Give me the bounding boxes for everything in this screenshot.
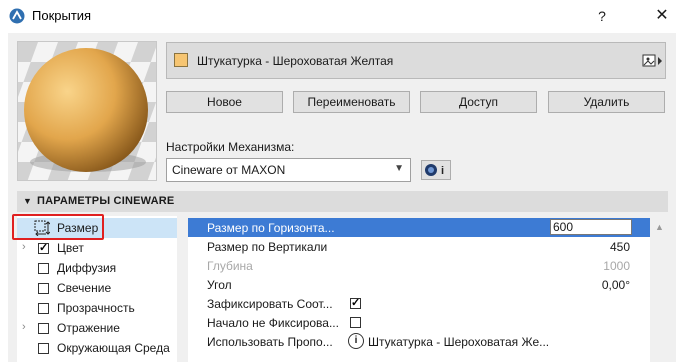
tree-item-label: Диффузия — [57, 261, 117, 275]
engine-label: Настройки Механизма: — [166, 140, 295, 154]
luminance-checkbox[interactable] — [38, 283, 49, 294]
tree-item-label: Окружающая Среда — [57, 341, 170, 355]
prop-label: Использовать Пропо... — [207, 335, 333, 349]
help-button[interactable]: ? — [591, 6, 613, 26]
lock-ratio-checkbox[interactable] — [350, 296, 361, 309]
engine-info-button[interactable]: i — [421, 160, 451, 180]
collapse-triangle-icon: ▼ — [23, 196, 32, 206]
access-button[interactable]: Доступ — [420, 91, 537, 113]
prop-label: Размер по Горизонта... — [207, 221, 335, 235]
depth-value: 1000 — [603, 259, 630, 273]
prop-label: Размер по Вертикали — [207, 240, 328, 254]
section-header[interactable]: ▼ ПАРАМЕТРЫ CINEWARE — [17, 191, 668, 212]
prop-label: Глубина — [207, 259, 253, 273]
properties-panel: Размер по Горизонта... 600 Размер по Вер… — [188, 218, 650, 362]
tree-item-label: Свечение — [57, 281, 112, 295]
tree-item-reflection[interactable]: › Отражение — [17, 318, 177, 338]
expand-chevron-icon[interactable]: › — [22, 321, 26, 333]
section-title: ПАРАМЕТРЫ CINEWARE — [37, 195, 175, 207]
tree-item-environment[interactable]: Окружающая Среда — [17, 338, 177, 358]
tree-item-color[interactable]: › Цвет — [17, 238, 177, 258]
prop-row-depth: Глубина 1000 — [188, 256, 650, 275]
prop-row-start-unfixed[interactable]: Начало не Фиксирова... — [188, 313, 650, 332]
material-swatch — [174, 53, 188, 67]
prop-label: Угол — [207, 278, 232, 292]
info-icon[interactable]: i — [348, 333, 364, 349]
engine-value: Cineware от MAXON — [172, 163, 286, 177]
prop-row-angle[interactable]: Угол 0,00° — [188, 275, 650, 294]
highlight-annotation — [12, 214, 104, 240]
material-selector[interactable]: Штукатурка - Шероховатая Желтая — [166, 42, 666, 79]
diffusion-checkbox[interactable] — [38, 263, 49, 274]
material-name: Штукатурка - Шероховатая Желтая — [197, 54, 394, 68]
prop-row-use-props[interactable]: Использовать Пропо... i Штукатурка - Шер… — [188, 332, 650, 351]
cinema4d-icon: i — [425, 164, 444, 177]
prop-label: Начало не Фиксирова... — [207, 316, 339, 330]
vertical-size-value[interactable]: 450 — [610, 240, 630, 254]
tree-item-label: Прозрачность — [57, 301, 135, 315]
prop-row-horizontal[interactable]: Размер по Горизонта... 600 — [188, 218, 650, 237]
prop-row-vertical[interactable]: Размер по Вертикали 450 — [188, 237, 650, 256]
angle-value[interactable]: 0,00° — [602, 278, 630, 292]
horizontal-size-input[interactable]: 600 — [550, 219, 632, 235]
prop-label: Зафиксировать Соот... — [207, 297, 333, 311]
engine-select[interactable]: Cineware от MAXON ▼ — [166, 158, 411, 182]
environment-checkbox[interactable] — [38, 343, 49, 354]
reflection-checkbox[interactable] — [38, 323, 49, 334]
scroll-up-icon[interactable]: ▲ — [655, 222, 664, 232]
tree-item-luminance[interactable]: Свечение — [17, 278, 177, 298]
prop-row-lock-ratio[interactable]: Зафиксировать Соот... — [188, 294, 650, 313]
new-button[interactable]: Новое — [166, 91, 283, 113]
color-checkbox[interactable] — [38, 241, 49, 254]
preview-sphere-icon — [18, 42, 156, 180]
delete-button[interactable]: Удалить — [548, 91, 665, 113]
expand-chevron-icon[interactable]: › — [22, 241, 26, 253]
window-title: Покрытия — [32, 8, 92, 23]
info-icon: i — [441, 165, 444, 177]
material-preview — [17, 41, 157, 181]
tree-item-label: Цвет — [57, 241, 84, 255]
tree-item-label: Отражение — [57, 321, 120, 335]
tree-item-transparency[interactable]: Прозрачность — [17, 298, 177, 318]
transparency-checkbox[interactable] — [38, 303, 49, 314]
rename-button[interactable]: Переименовать — [293, 91, 410, 113]
linked-material-value[interactable]: Штукатурка - Шероховатая Же... — [368, 335, 549, 349]
start-unfixed-checkbox[interactable] — [350, 317, 361, 328]
chevron-down-icon: ▼ — [394, 163, 404, 174]
app-icon — [9, 8, 25, 24]
close-button[interactable]: ✕ — [651, 5, 673, 27]
material-picker-icon[interactable] — [642, 53, 664, 69]
title-bar: Покрытия ? ✕ — [0, 0, 684, 33]
tree-item-diffusion[interactable]: Диффузия — [17, 258, 177, 278]
